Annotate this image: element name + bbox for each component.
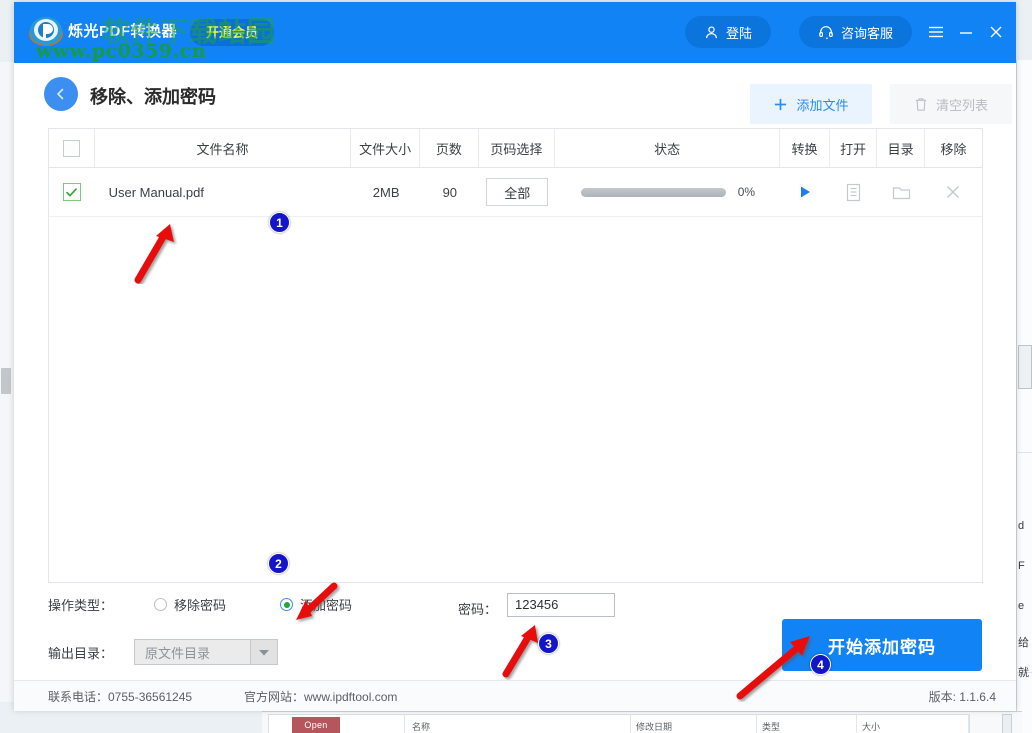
plus-icon	[773, 97, 788, 112]
back-button[interactable]	[44, 77, 78, 111]
cell-filesize: 2MB	[372, 184, 400, 200]
background-column-date: 修改日期	[636, 722, 673, 732]
background-right-text: 就	[1018, 667, 1029, 679]
screen-root: d F e 给 就 Open 名称 修改日期 类型 大小 烁光PDF转换器 开通…	[0, 0, 1032, 733]
clear-list-button[interactable]: 清空列表	[890, 84, 1012, 124]
add-file-button[interactable]: 添加文件	[750, 84, 872, 124]
radio-remove-password-label: 移除密码	[174, 598, 227, 613]
column-header-pageselect: 页码选择	[479, 129, 555, 167]
background-right-text: 给	[1018, 637, 1029, 649]
background-dialog-separator	[756, 714, 757, 733]
progress-bar	[580, 187, 726, 197]
output-directory-select[interactable]: 原文件目录	[134, 639, 278, 665]
cell-filename: User Manual.pdf	[108, 184, 205, 200]
table-header-row: 文件名称 文件大小 页数 页码选择 状态 转换 打开 目录 移除	[49, 129, 982, 168]
annotation-marker-1: 1	[269, 212, 290, 233]
add-file-label: 添加文件	[796, 97, 849, 113]
select-all-checkbox[interactable]	[62, 139, 80, 157]
table-row[interactable]: User Manual.pdf 2MB 90 全部 0%	[49, 168, 982, 217]
open-file-button[interactable]	[830, 168, 878, 216]
radio-remove-password-indicator[interactable]	[154, 598, 167, 611]
footer-website: 官方网站：www.ipdftool.com	[244, 690, 398, 704]
annotation-marker-4: 4	[810, 654, 831, 675]
open-directory-button[interactable]	[877, 168, 925, 216]
column-header-open: 打开	[830, 129, 878, 167]
play-icon	[801, 186, 811, 198]
background-right-text: e	[1018, 600, 1025, 612]
radio-remove-password[interactable]: 移除密码	[154, 595, 226, 614]
password-label: 密码：	[458, 602, 498, 617]
row-select-cell[interactable]	[49, 168, 95, 216]
chevron-down-icon[interactable]	[250, 640, 277, 664]
output-directory-row: 输出目录： 原文件目录	[48, 639, 278, 665]
background-dialog-scrollbar[interactable]	[1002, 714, 1012, 733]
output-directory-value: 原文件目录	[145, 645, 211, 661]
close-x-icon	[947, 186, 960, 198]
background-scrollbar-thumb[interactable]	[1, 368, 11, 394]
folder-icon	[892, 186, 910, 199]
radio-add-password-indicator[interactable]	[280, 598, 294, 611]
background-right-scrollbar[interactable]	[1018, 345, 1032, 389]
trash-icon	[914, 97, 928, 112]
title-bar: 烁光PDF转换器 开通会员 软件下载站园 www.pc0359.cn 登陆 咨询…	[14, 2, 1016, 63]
background-right-text: d	[1018, 520, 1025, 532]
footer-version: 版本: 1.1.6.4	[928, 690, 996, 704]
radio-add-password-label: 添加密码	[300, 598, 353, 613]
page-title: 移除、添加密码	[90, 87, 216, 107]
operation-type-label: 操作类型：	[48, 598, 114, 613]
row-checkbox[interactable]	[62, 183, 81, 201]
background-open-button[interactable]: Open	[292, 717, 340, 733]
close-icon[interactable]	[984, 20, 1008, 44]
background-dialog-separator	[968, 714, 969, 733]
background-right-divider	[1016, 452, 1032, 453]
login-label: 登陆	[725, 25, 752, 41]
customer-service-button[interactable]: 咨询客服	[798, 16, 912, 48]
column-header-status: 状态	[555, 129, 781, 167]
column-header-pages: 页数	[420, 129, 479, 167]
remove-file-button[interactable]	[925, 168, 982, 216]
background-column-name: 名称	[412, 722, 431, 732]
select-all-cell[interactable]	[49, 129, 95, 167]
background-dialog-separator	[404, 714, 405, 733]
convert-button[interactable]	[781, 168, 830, 216]
progress-percent: 0%	[737, 185, 756, 199]
cell-status: 0%	[555, 168, 780, 216]
background-dialog-separator	[856, 714, 857, 733]
user-icon	[704, 25, 719, 40]
annotation-marker-3: 3	[538, 633, 559, 654]
hamburger-menu-icon[interactable]	[924, 20, 948, 44]
background-column-size: 大小	[862, 722, 881, 732]
operation-type-row: 操作类型： 移除密码 添加密码	[48, 595, 352, 614]
column-header-filename: 文件名称	[95, 129, 352, 167]
app-title: 烁光PDF转换器	[68, 23, 178, 40]
annotation-marker-2: 2	[268, 553, 289, 574]
page-select-button[interactable]: 全部	[486, 178, 549, 206]
application-window: 烁光PDF转换器 开通会员 软件下载站园 www.pc0359.cn 登陆 咨询…	[14, 2, 1016, 711]
background-column-type: 类型	[762, 722, 781, 732]
page-header: 移除、添加密码 添加文件 清空列表	[14, 63, 1016, 127]
cell-pages: 90	[442, 184, 458, 200]
radio-add-password[interactable]: 添加密码	[280, 595, 352, 614]
cell-page-select[interactable]: 全部	[479, 168, 555, 216]
column-header-remove: 移除	[940, 141, 967, 157]
footer-bar: 联系电话：0755-36561245 官方网站：www.ipdftool.com…	[14, 680, 1016, 711]
column-header-directory: 目录	[877, 129, 925, 167]
customer-service-label: 咨询客服	[840, 25, 893, 41]
app-logo-icon	[28, 14, 64, 50]
background-right-text: F	[1018, 560, 1025, 572]
password-input[interactable]: 123456	[507, 593, 615, 617]
clear-list-label: 清空列表	[935, 97, 988, 113]
file-table: 文件名称 文件大小 页数 页码选择 状态 转换 打开 目录 移除 User Ma…	[48, 128, 983, 583]
footer-phone: 联系电话：0755-36561245	[48, 690, 193, 704]
login-button[interactable]: 登陆	[684, 16, 771, 48]
column-header-filesize: 文件大小	[351, 129, 420, 167]
vip-button[interactable]: 开通会员	[190, 19, 275, 46]
background-window-right-edge	[1016, 60, 1032, 733]
headset-icon	[818, 24, 834, 40]
background-dialog-separator	[630, 714, 631, 733]
column-header-convert: 转换	[780, 129, 830, 167]
output-directory-label: 输出目录：	[48, 645, 114, 661]
document-icon	[847, 183, 861, 201]
minimize-icon[interactable]	[954, 20, 978, 44]
